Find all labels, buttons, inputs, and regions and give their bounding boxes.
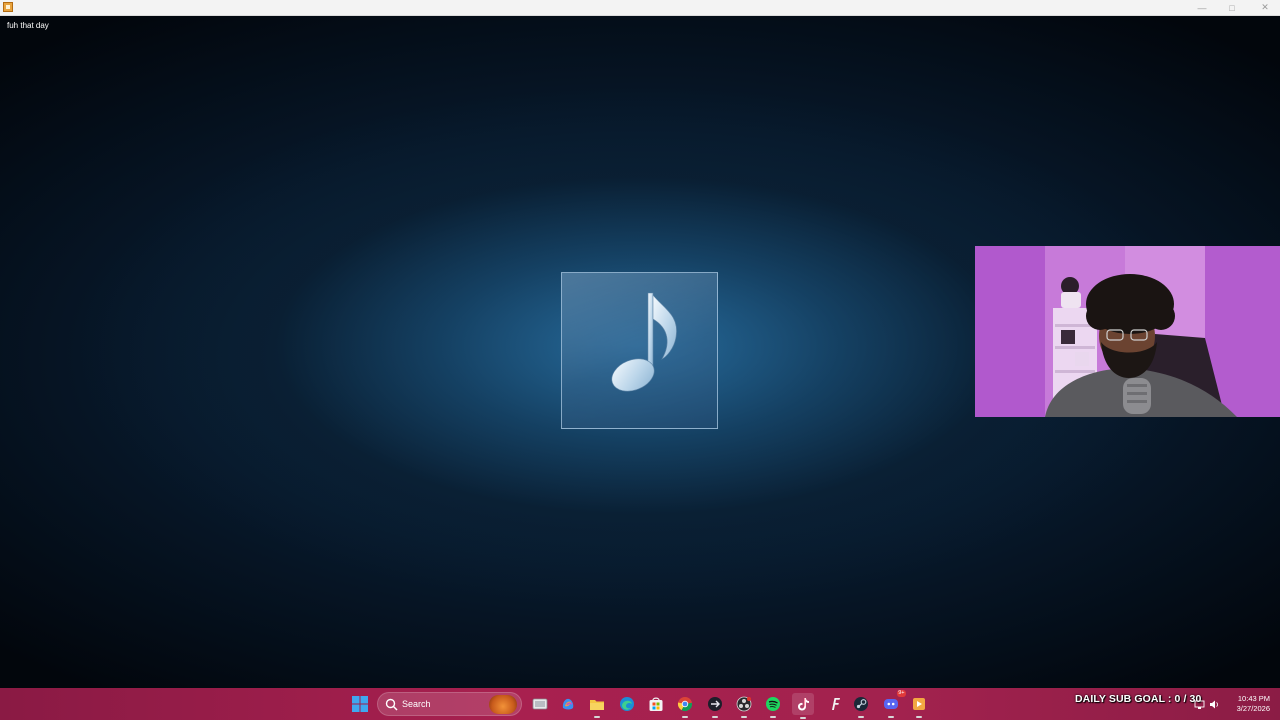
chrome-icon[interactable] bbox=[675, 694, 695, 718]
taskbar-search-box[interactable]: Search bbox=[377, 692, 522, 716]
active-indicator bbox=[800, 717, 806, 719]
steam-icon[interactable] bbox=[851, 694, 871, 718]
spotify-icon[interactable] bbox=[763, 694, 783, 718]
copilot-icon[interactable] bbox=[558, 694, 578, 714]
search-label: Search bbox=[402, 699, 431, 709]
active-indicator bbox=[888, 716, 894, 718]
webcam-feed bbox=[975, 246, 1280, 417]
discord-badge: 9+ bbox=[896, 690, 906, 697]
microsoft-store-icon[interactable] bbox=[646, 694, 666, 714]
active-indicator bbox=[712, 716, 718, 718]
search-highlight-icon bbox=[489, 695, 517, 714]
album-art-placeholder bbox=[561, 272, 718, 429]
discord-icon[interactable]: 9+ bbox=[881, 690, 906, 718]
active-indicator bbox=[741, 716, 747, 718]
now-playing-title: fuh that day bbox=[7, 21, 49, 30]
maximize-icon[interactable]: □ bbox=[1217, 0, 1247, 15]
volume-icon[interactable] bbox=[1207, 694, 1221, 714]
clock-date: 3/27/2026 bbox=[1236, 704, 1270, 713]
search-icon bbox=[385, 698, 398, 711]
edge-icon[interactable] bbox=[617, 694, 637, 714]
media-player-icon[interactable] bbox=[909, 694, 929, 718]
active-indicator bbox=[770, 716, 776, 718]
taskbar: Search 9+ DAILY SUB GOAL: 0 / 30 10:43 … bbox=[0, 688, 1280, 720]
minimize-icon[interactable]: — bbox=[1187, 0, 1217, 15]
daily-sub-goal-overlay: DAILY SUB GOAL : 0 / 30 bbox=[1075, 693, 1202, 705]
task-view-icon[interactable] bbox=[530, 694, 550, 714]
active-indicator bbox=[916, 716, 922, 718]
clock-time: 10:43 PM bbox=[1237, 694, 1270, 703]
active-indicator bbox=[682, 716, 688, 718]
app-icon[interactable] bbox=[705, 694, 725, 718]
window-titlebar: — □ ✕ bbox=[0, 0, 1280, 16]
font-app-icon[interactable] bbox=[825, 694, 845, 714]
active-indicator bbox=[858, 716, 864, 718]
music-note-icon bbox=[611, 292, 677, 392]
start-icon[interactable] bbox=[350, 694, 370, 714]
media-player-icon bbox=[3, 2, 13, 12]
webcam-overlay bbox=[975, 246, 1280, 417]
network-icon[interactable] bbox=[1192, 694, 1206, 714]
obs-icon[interactable] bbox=[734, 694, 754, 718]
close-icon[interactable]: ✕ bbox=[1250, 0, 1280, 15]
file-explorer-icon[interactable] bbox=[587, 694, 607, 718]
taskbar-clock[interactable]: 10:43 PM 3/27/2026 bbox=[1226, 694, 1270, 714]
active-indicator bbox=[594, 716, 600, 718]
tiktok-icon[interactable] bbox=[792, 693, 814, 719]
